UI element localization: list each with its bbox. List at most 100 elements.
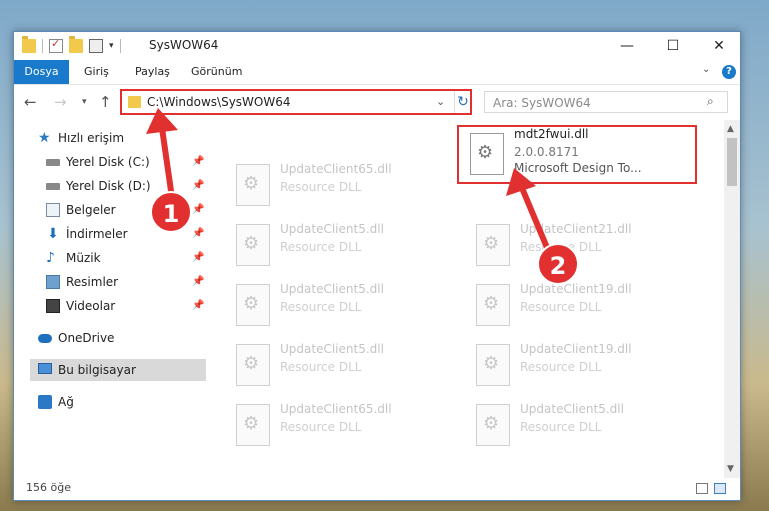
sidebar-item-local-disk-c[interactable]: Yerel Disk (C:) 📌 [14, 151, 206, 173]
file-description: Resource DLL [280, 180, 362, 194]
sidebar-item-videos[interactable]: Videolar 📌 [14, 295, 206, 317]
step-badge-2: 2 [537, 243, 579, 285]
sidebar-item-quick-access[interactable]: ★ Hızlı erişim [14, 127, 206, 149]
file-description: Resource DLL [520, 300, 602, 314]
pin-icon[interactable]: 📌 [192, 199, 204, 221]
sidebar-item-label: Belgeler [66, 203, 116, 217]
refresh-icon[interactable]: ↻ [454, 91, 471, 113]
folder-icon[interactable] [22, 36, 36, 53]
close-button[interactable]: ✕ [696, 32, 742, 60]
drive-icon [46, 183, 60, 190]
sidebar-item-label: OneDrive [58, 331, 115, 345]
sidebar-item-label: Ağ [58, 395, 74, 409]
file-description: Resource DLL [280, 300, 362, 314]
rename-icon[interactable] [89, 39, 103, 53]
tab-share[interactable]: Paylaş [135, 60, 170, 84]
search-input[interactable] [491, 94, 695, 112]
help-icon[interactable]: ? [722, 65, 736, 79]
file-name: UpdateClient5.dll [280, 342, 384, 356]
address-bar[interactable]: C:\Windows\SysWOW64 ⌄ ↻ [120, 89, 472, 115]
documents-icon [46, 203, 60, 217]
pin-icon[interactable]: 📌 [192, 151, 204, 173]
quick-access-toolbar: ▾ [22, 36, 121, 54]
dll-file-icon [476, 404, 510, 446]
new-folder-icon[interactable] [69, 36, 83, 53]
file-item[interactable]: UpdateClient21.dll Resource DLL [476, 220, 706, 270]
address-history-chevron-icon[interactable]: ⌄ [436, 95, 445, 108]
vertical-scrollbar[interactable]: ▲ ▼ [724, 120, 740, 478]
pin-icon[interactable]: 📌 [192, 223, 204, 245]
item-count: 156 öğe [26, 481, 71, 494]
sidebar-item-network[interactable]: Ağ [14, 391, 206, 413]
tab-home[interactable]: Giriş [84, 60, 109, 84]
file-item[interactable]: UpdateClient65.dll Resource DLL [236, 400, 466, 450]
pin-icon[interactable]: 📌 [192, 295, 204, 317]
folder-icon [128, 96, 141, 108]
sidebar-item-label: Yerel Disk (D:) [66, 179, 151, 193]
sidebar-item-label: İndirmeler [66, 227, 128, 241]
dll-file-icon [470, 133, 504, 175]
pictures-icon [46, 275, 60, 289]
sidebar-item-label: Hızlı erişim [58, 131, 125, 145]
file-item[interactable]: UpdateClient5.dll Resource DLL [236, 220, 466, 270]
separator [119, 39, 121, 53]
onedrive-icon [38, 334, 52, 343]
sidebar-item-pictures[interactable]: Resimler 📌 [14, 271, 206, 293]
file-description: Resource DLL [280, 240, 362, 254]
file-description: Resource DLL [280, 360, 362, 374]
sidebar-item-label: Videolar [66, 299, 116, 313]
file-item[interactable]: UpdateClient5.dll Resource DLL [236, 340, 466, 390]
scrollbar-thumb[interactable] [727, 138, 737, 186]
recent-locations-chevron-icon[interactable]: ▾ [82, 97, 87, 107]
file-name: UpdateClient19.dll [520, 342, 632, 356]
search-box[interactable]: ⌕ [484, 91, 728, 113]
file-description: Resource DLL [520, 420, 602, 434]
pin-icon[interactable]: 📌 [192, 175, 204, 197]
file-description: Resource DLL [520, 360, 602, 374]
file-item[interactable]: UpdateClient5.dll Resource DLL [476, 400, 706, 450]
forward-arrow-icon[interactable]: → [54, 93, 67, 111]
up-arrow-icon[interactable]: ↑ [99, 93, 112, 111]
properties-check-icon[interactable] [49, 37, 63, 53]
scroll-up-arrow-icon[interactable]: ▲ [727, 124, 734, 134]
navigation-bar: ← → ▾ ↑ C:\Windows\SysWOW64 ⌄ ↻ ⌕ [14, 85, 740, 119]
step-badge-1: 1 [150, 191, 192, 233]
file-name: UpdateClient5.dll [520, 402, 624, 416]
tiles-view-icon[interactable] [714, 483, 726, 494]
sidebar-item-label: Yerel Disk (C:) [66, 155, 150, 169]
pin-icon[interactable]: 📌 [192, 247, 204, 269]
drive-icon [46, 159, 60, 166]
dll-file-icon [236, 164, 270, 206]
tab-file[interactable]: Dosya [14, 60, 69, 84]
scroll-down-arrow-icon[interactable]: ▼ [727, 464, 734, 474]
dll-file-icon [236, 344, 270, 386]
file-name: UpdateClient5.dll [280, 222, 384, 236]
file-item-highlighted[interactable]: mdt2fwui.dll 2.0.0.8171 Microsoft Design… [470, 127, 700, 179]
ribbon-tabs: Dosya Giriş Paylaş Görünüm ⌄ ? [14, 60, 740, 85]
tab-view[interactable]: Görünüm [191, 60, 242, 84]
dll-file-icon [236, 404, 270, 446]
details-view-icon[interactable] [696, 483, 708, 494]
maximize-button[interactable]: ☐ [650, 32, 696, 60]
file-description: Resource DLL [280, 420, 362, 434]
sidebar-item-this-pc[interactable]: Bu bilgisayar [30, 359, 206, 381]
file-item[interactable]: UpdateClient65.dll Resource DLL [236, 160, 466, 210]
window-title: SysWOW64 [149, 38, 219, 52]
file-item[interactable]: UpdateClient5.dll Resource DLL [236, 280, 466, 330]
file-item[interactable]: UpdateClient19.dll Resource DLL [476, 340, 706, 390]
search-icon[interactable]: ⌕ [707, 94, 714, 109]
back-arrow-icon[interactable]: ← [24, 93, 37, 111]
sidebar-item-onedrive[interactable]: OneDrive [14, 327, 206, 349]
pin-icon[interactable]: 📌 [192, 271, 204, 293]
sidebar-item-label: Bu bilgisayar [58, 363, 136, 377]
minimize-button[interactable]: — [604, 32, 650, 60]
sidebar-item-music[interactable]: ♪ Müzik 📌 [14, 247, 206, 269]
network-icon [38, 395, 52, 409]
expand-ribbon-chevron-icon[interactable]: ⌄ [702, 64, 710, 75]
status-bar: 156 öğe [14, 478, 740, 500]
music-icon: ♪ [46, 250, 55, 266]
customize-toolbar-chevron-icon[interactable]: ▾ [109, 41, 114, 51]
file-description: Microsoft Design To... [514, 161, 642, 175]
address-path[interactable]: C:\Windows\SysWOW64 [147, 95, 291, 109]
file-item[interactable]: UpdateClient19.dll Resource DLL [476, 280, 706, 330]
